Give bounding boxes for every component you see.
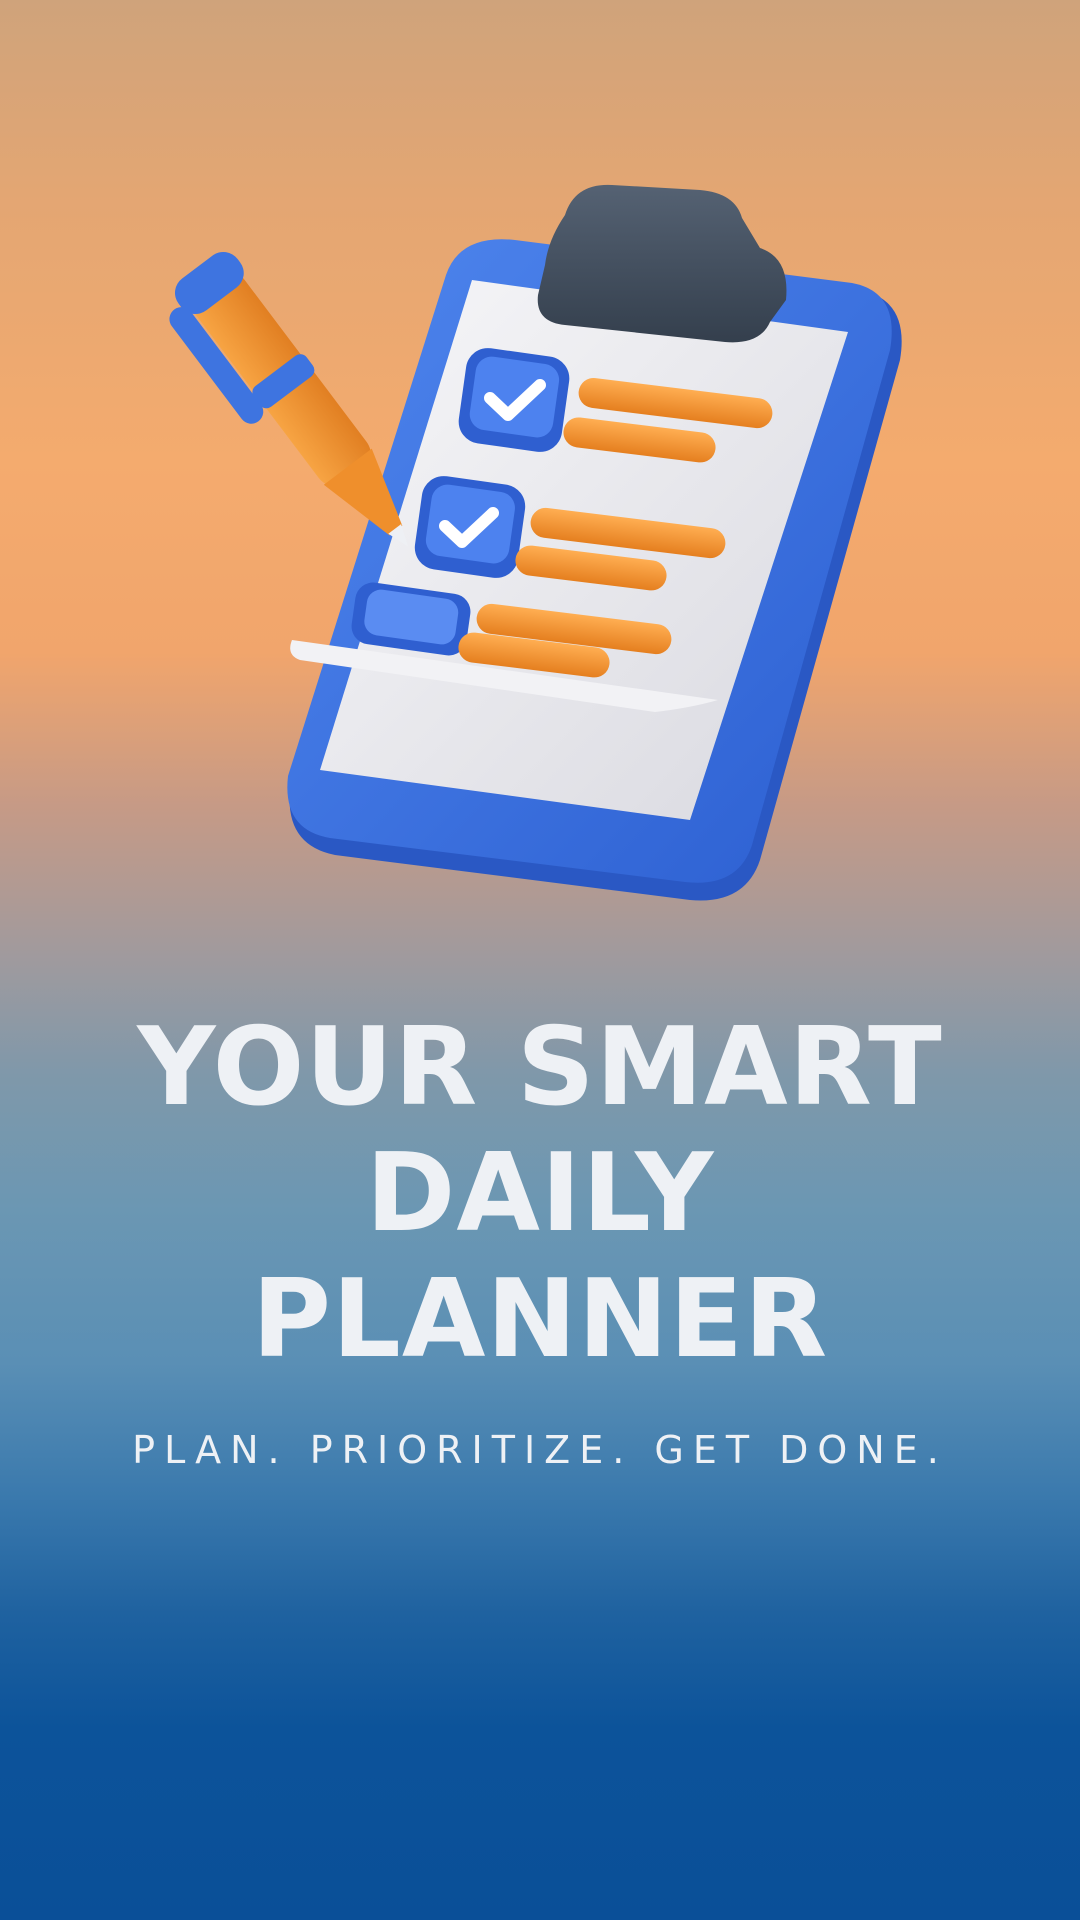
checkbox-checked-icon xyxy=(414,476,526,578)
title-line: PLANNER xyxy=(251,1257,829,1382)
pen-icon xyxy=(169,251,408,547)
hero-illustration xyxy=(0,0,1080,960)
title-line: YOUR SMART xyxy=(137,1005,943,1130)
page-title: YOUR SMART DAILY PLANNER xyxy=(0,1005,1080,1383)
title-line: DAILY xyxy=(365,1131,715,1256)
checkbox-checked-icon xyxy=(458,348,570,452)
tagline: PLAN. PRIORITIZE. GET DONE. xyxy=(132,1428,948,1472)
